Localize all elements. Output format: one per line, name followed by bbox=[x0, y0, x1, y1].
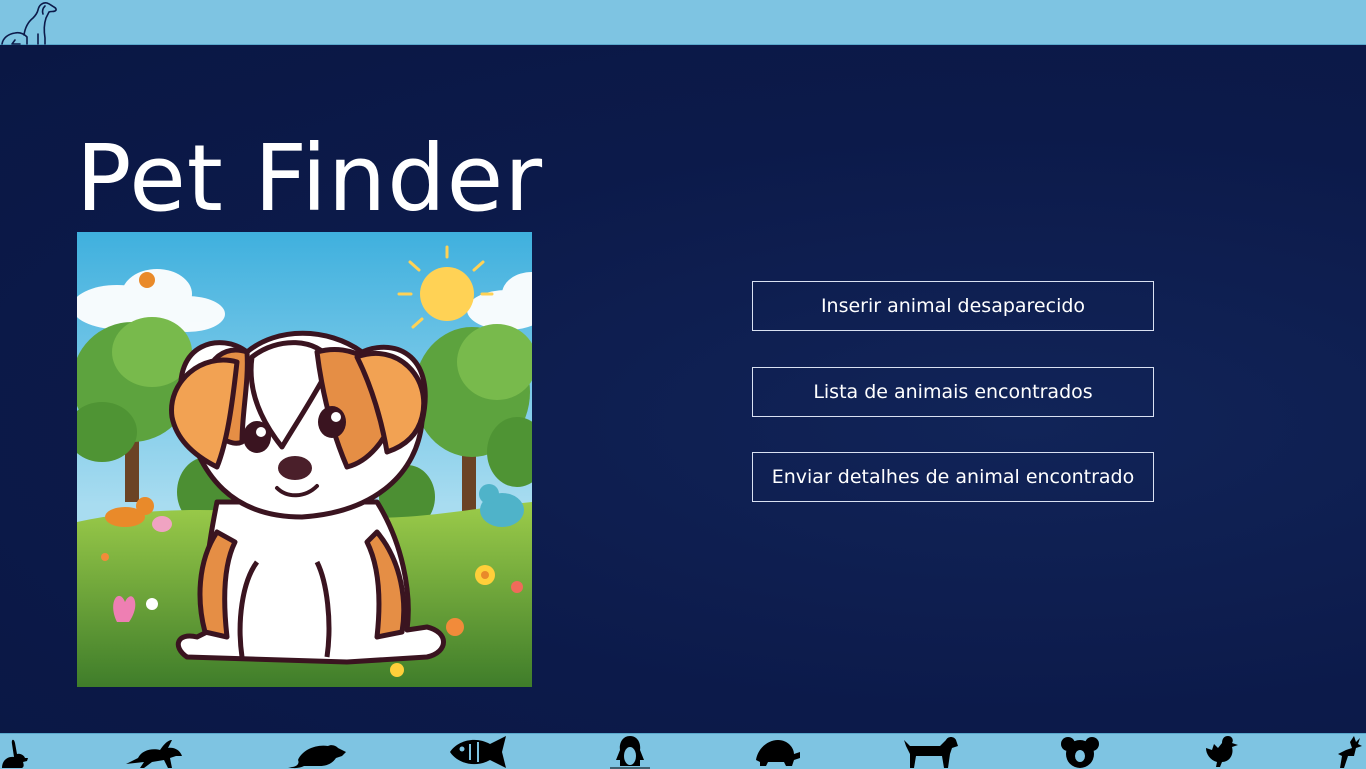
send-found-animal-details-button[interactable]: Enviar detalhes de animal encontrado bbox=[752, 452, 1154, 502]
koala-icon bbox=[1061, 737, 1099, 768]
rabbit-icon bbox=[2, 739, 28, 768]
dog-icon bbox=[904, 737, 958, 768]
deer-icon bbox=[1338, 736, 1362, 768]
insert-missing-animal-button[interactable]: Inserir animal desaparecido bbox=[752, 281, 1154, 331]
rat-icon bbox=[288, 745, 346, 769]
found-animals-list-button[interactable]: Lista de animais encontrados bbox=[752, 367, 1154, 417]
dog-outline-icon bbox=[1, 2, 57, 45]
page-title: Pet Finder bbox=[76, 125, 544, 232]
fish-icon bbox=[450, 736, 506, 768]
penguin-icon bbox=[610, 736, 650, 769]
puppy-illustration bbox=[77, 232, 532, 687]
bottom-bar bbox=[0, 733, 1366, 769]
top-bar bbox=[0, 0, 1366, 45]
hare-icon bbox=[126, 740, 182, 768]
chicken-icon bbox=[1206, 736, 1238, 767]
turtle-icon bbox=[756, 740, 800, 766]
